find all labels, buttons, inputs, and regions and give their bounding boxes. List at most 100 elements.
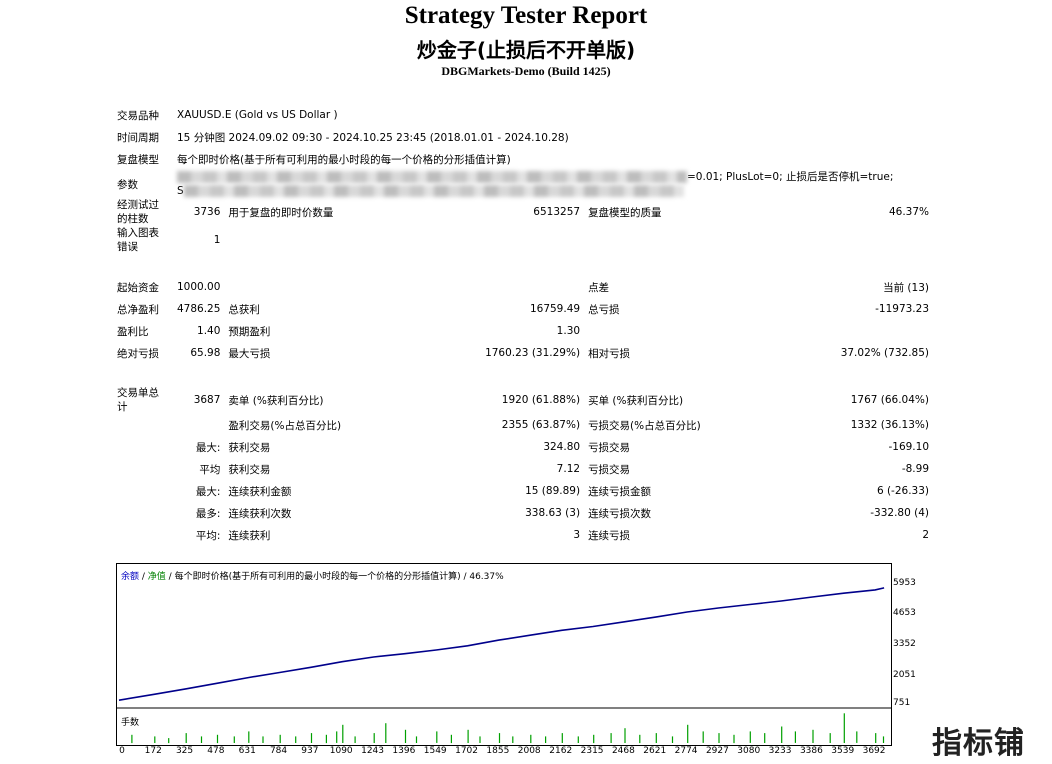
balance-line <box>118 587 885 701</box>
volume-bar <box>185 733 187 743</box>
maximal-cons-profit-label: 连续获利次数 <box>228 507 292 520</box>
trades-row: 交易单总计 3687 卖单 (%获利百分比) 1920 (61.88%) 买单 … <box>113 386 933 414</box>
profit-trades-value: 2355 (63.87%) <box>501 419 581 431</box>
volume-bar <box>718 733 720 743</box>
volume-bar <box>577 736 579 743</box>
gross-loss-value: -11973.23 <box>875 303 929 315</box>
avg-profit-value: 7.12 <box>556 463 581 475</box>
x-tick-label: 3233 <box>768 746 792 756</box>
model-label: 复盘模型 <box>117 153 159 166</box>
rel-dd-value: 37.02% (732.85) <box>840 347 929 359</box>
short-value: 1920 (61.88%) <box>501 394 581 406</box>
volume-bar <box>624 728 626 743</box>
period-label: 时间周期 <box>117 131 159 144</box>
period-value: 15 分钟图 2024.09.02 09:30 - 2024.10.25 23:… <box>177 131 569 144</box>
x-tick-label: 2774 <box>674 746 698 756</box>
volume-bar <box>373 733 375 743</box>
report-title: Strategy Tester Report <box>404 2 648 29</box>
volume-bar <box>593 734 595 744</box>
volume-bar <box>415 736 418 743</box>
volume-bar <box>248 731 250 743</box>
quality-value: 46.37% <box>888 206 929 218</box>
volume-label: 手数 <box>121 718 140 728</box>
volume-bar <box>342 724 344 743</box>
maximal-cons-profit-value: 338.63 (3) <box>525 507 581 519</box>
x-tick-label: 1855 <box>486 746 510 756</box>
x-tick-label: 1243 <box>361 746 384 756</box>
y-tick-label: 4653 <box>893 608 916 619</box>
volume-bar <box>168 738 170 744</box>
volume-bar <box>655 733 657 743</box>
avg-loss-value: -8.99 <box>901 463 929 475</box>
loss-trades-value: 1332 (36.13%) <box>850 419 929 431</box>
short-label: 卖单 (%获利百分比) <box>228 394 324 407</box>
params-value: =0.01; PlusLot=0; 止损后是否停机=true; S <box>173 170 933 198</box>
pf-value: 1.40 <box>197 325 221 337</box>
volume-bar <box>498 733 501 743</box>
volume-bar <box>639 734 641 744</box>
params-visible-2: S <box>177 185 184 197</box>
maximal-prefix: 最多: <box>195 507 221 520</box>
ticks-value: 6513257 <box>533 206 581 218</box>
avg-cons-wins-value: 3 <box>573 529 581 541</box>
errors-row: 输入图表错误 1 <box>113 226 933 254</box>
x-tick-label: 1090 <box>329 746 353 756</box>
volume-bar <box>295 736 297 743</box>
gross-profit-value: 16759.49 <box>529 303 581 315</box>
volume-bar <box>530 734 532 744</box>
x-tick-label: 784 <box>269 746 288 756</box>
x-tick-label: 3080 <box>737 746 761 756</box>
x-tick-label: 0 <box>119 746 125 756</box>
deposit-value: 1000.00 <box>177 281 221 293</box>
largest-loss-label: 亏损交易 <box>588 441 631 454</box>
y-tick-label: 3352 <box>893 639 916 649</box>
y-tick-label: 2051 <box>893 669 916 680</box>
redacted-params <box>177 171 687 183</box>
x-axis: 0 172 325 478 631 784 937 1090 1243 1396 1549 1702 1… <box>116 746 890 760</box>
balance-chart: 余额 / 净值 / 每个即时价格(基于所有可利用的最小时段的每一个价格的分形插值… <box>116 563 892 746</box>
maximal-cons-loss-value: -332.80 (4) <box>870 507 929 519</box>
max-prefix: 最大: <box>195 485 221 498</box>
average-prefix: 平均 <box>199 463 221 476</box>
gross-loss-label: 总亏损 <box>588 303 620 316</box>
volume-bar <box>610 733 612 743</box>
x-tick-label: 172 <box>144 746 162 756</box>
params-label: 参数 <box>117 178 138 191</box>
volume-bar <box>467 729 469 743</box>
average-row: 平均 获利交易 7.12 亏损交易 -8.99 <box>113 458 933 480</box>
bars-label: 经测试过的柱数 <box>117 199 159 225</box>
volume-bar <box>812 729 814 743</box>
volume-bar <box>385 723 387 743</box>
chart-header-text: 每个即时价格(基于所有可利用的最小时段的每一个价格的分形插值计算) / 46.3… <box>174 572 504 582</box>
deposit-row: 起始资金 1000.00 点差 当前 (13) <box>113 276 933 298</box>
ticks-label: 用于复盘的即时价数量 <box>228 206 334 219</box>
bars-value: 3736 <box>193 206 221 218</box>
legend-balance: 余额 <box>121 572 140 582</box>
profit-trades-label: 盈利交易(%占总百分比) <box>228 419 342 432</box>
volume-bar <box>479 736 481 743</box>
volume-bar <box>764 733 766 743</box>
volume-bar <box>781 726 783 743</box>
volume-bar <box>749 731 751 743</box>
payoff-label: 预期盈利 <box>228 325 271 338</box>
x-tick-label: 937 <box>301 746 319 756</box>
long-label: 买单 (%获利百分比) <box>588 394 684 407</box>
errors-value: 1 <box>213 234 221 246</box>
x-tick-label: 478 <box>207 746 225 756</box>
x-tick-label: 2621 <box>643 746 667 756</box>
total-trades-value: 3687 <box>193 394 221 406</box>
volume-bar <box>325 734 327 744</box>
volume-bar <box>216 734 219 744</box>
volume-bar <box>794 731 796 743</box>
total-trades-label: 交易单总计 <box>117 387 159 413</box>
volume-bar <box>336 731 338 743</box>
volume-bar <box>310 733 313 743</box>
largest-profit-label: 获利交易 <box>228 441 271 454</box>
volume-bar <box>687 724 689 743</box>
legend-equity: 净值 <box>147 572 166 582</box>
maximal-cons-row: 最多: 连续获利次数 338.63 (3) 连续亏损次数 -332.80 (4) <box>113 502 933 524</box>
volume-bar <box>733 734 735 744</box>
spread-value: 当前 (13) <box>883 281 929 294</box>
x-tick-label: 631 <box>238 746 256 756</box>
errors-label: 输入图表错误 <box>117 227 159 253</box>
